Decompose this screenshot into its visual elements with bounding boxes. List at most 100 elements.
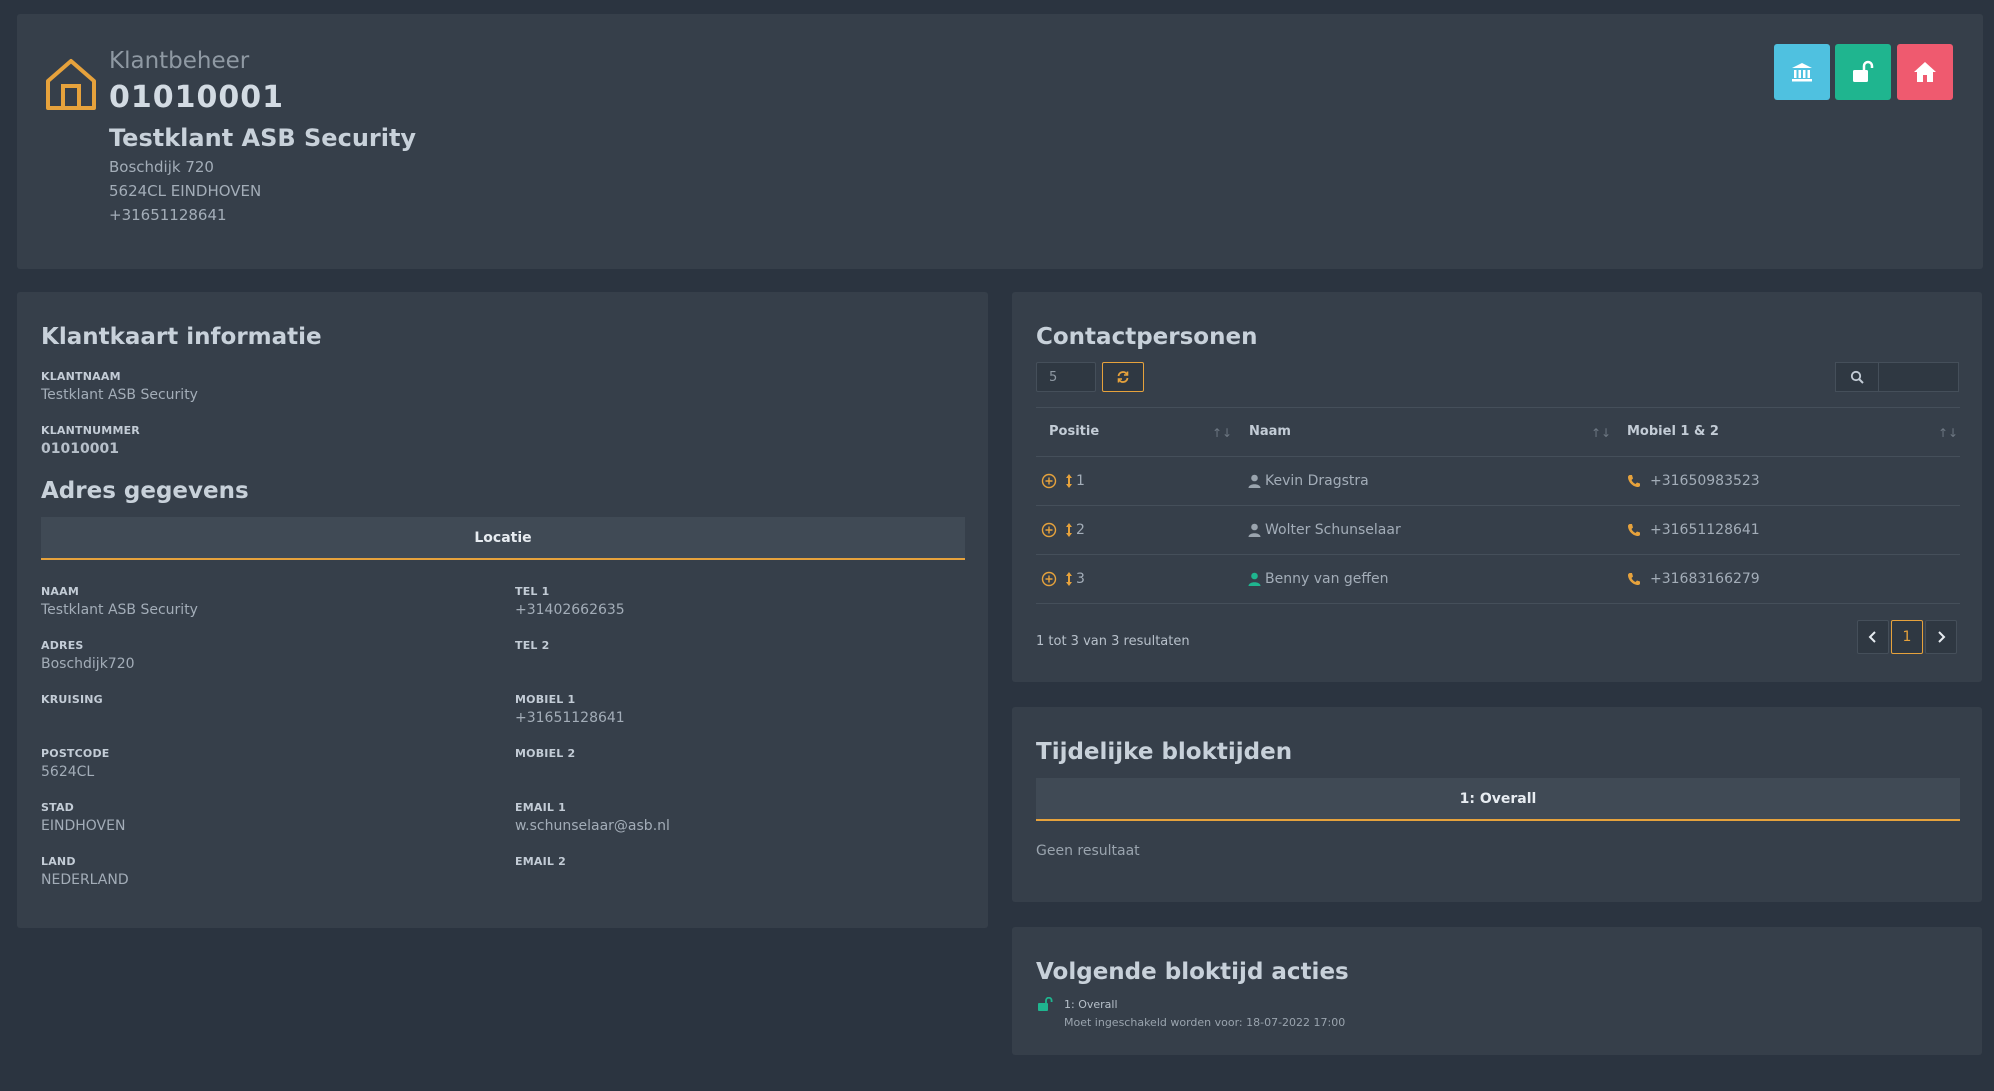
field-value: Testklant ASB Security — [41, 602, 198, 618]
next-actions-panel: Volgende bloktijd acties 1: Overall Moet… — [1012, 927, 1982, 1055]
name-cell: Wolter Schunselaar — [1248, 506, 1401, 554]
klantnummer-label: KLANTNUMMER — [41, 424, 140, 437]
field-value: EINDHOVEN — [41, 818, 126, 834]
results-summary: 1 tot 3 van 3 resultaten — [1036, 634, 1190, 649]
field-label: EMAIL 2 — [515, 855, 566, 868]
klantnaam-field: KLANTNAAM Testklant ASB Security — [41, 370, 198, 403]
temporary-block-panel: Tijdelijke bloktijden 1: Overall Geen re… — [1012, 707, 1982, 902]
tab-overall[interactable]: 1: Overall — [1036, 778, 1960, 821]
address-title: Adres gegevens — [41, 478, 249, 504]
field-label: ADRES — [41, 639, 84, 652]
header-subtitle: Klantbeheer — [109, 48, 250, 74]
phone-icon[interactable] — [1627, 572, 1641, 586]
person-icon — [1248, 474, 1261, 488]
address-field: TEL 2 — [515, 639, 550, 656]
unlock-button[interactable] — [1835, 44, 1891, 100]
sort-icon[interactable]: ↑↓ — [1938, 426, 1958, 440]
temporary-block-title: Tijdelijke bloktijden — [1036, 739, 1293, 765]
table-row[interactable]: 1 Kevin Dragstra +31650983523 — [1036, 457, 1960, 505]
contact-name: Wolter Schunselaar — [1265, 522, 1401, 538]
field-label: EMAIL 1 — [515, 801, 566, 814]
refresh-button[interactable] — [1102, 362, 1144, 392]
phone-icon[interactable] — [1627, 523, 1641, 537]
reorder-icon[interactable] — [1065, 571, 1073, 587]
contact-mobile: +31651128641 — [1650, 522, 1760, 538]
search-input[interactable] — [1879, 362, 1959, 392]
next-page-button[interactable] — [1925, 620, 1957, 654]
reorder-icon[interactable] — [1065, 522, 1073, 538]
page-1-button[interactable]: 1 — [1891, 620, 1923, 654]
search-icon — [1850, 370, 1864, 384]
contact-mobile: +31683166279 — [1650, 571, 1760, 587]
sort-icon[interactable]: ↑↓ — [1212, 426, 1232, 440]
table-row[interactable]: 3 Benny van geffen +31683166279 — [1036, 555, 1960, 603]
address-field: NAAM Testklant ASB Security — [41, 585, 198, 618]
mobile-cell: +31650983523 — [1627, 457, 1760, 505]
col-naam[interactable]: Naam — [1249, 424, 1291, 439]
search-box — [1835, 362, 1959, 392]
next-actions-title: Volgende bloktijd acties — [1036, 959, 1349, 985]
field-value: NEDERLAND — [41, 872, 129, 888]
customer-phone: +31651128641 — [109, 206, 227, 224]
customer-address: Boschdijk 720 — [109, 158, 214, 176]
klantnaam-value: Testklant ASB Security — [41, 387, 198, 403]
person-icon — [1248, 572, 1261, 586]
field-value: Boschdijk720 — [41, 656, 135, 672]
expand-icon[interactable] — [1041, 473, 1057, 489]
address-field: STAD EINDHOVEN — [41, 801, 125, 834]
unlock-icon — [1853, 60, 1874, 82]
position-value: 2 — [1076, 522, 1085, 538]
customer-card-title: Klantkaart informatie — [41, 324, 322, 350]
contact-name: Benny van geffen — [1265, 571, 1389, 587]
unlock-icon — [1038, 997, 1053, 1011]
mobile-cell: +31683166279 — [1627, 555, 1760, 603]
refresh-icon — [1117, 371, 1129, 383]
reorder-icon[interactable] — [1065, 473, 1073, 489]
address-field: EMAIL 2 — [515, 855, 566, 872]
position-value: 3 — [1076, 571, 1085, 587]
address-field: POSTCODE 5624CL — [41, 747, 110, 780]
position-cell: 1 — [1041, 457, 1085, 505]
address-field: MOBIEL 2 — [515, 747, 575, 764]
col-mobiel[interactable]: Mobiel 1 & 2 — [1627, 424, 1719, 439]
mobile-cell: +31651128641 — [1627, 506, 1760, 554]
home-icon — [1914, 62, 1936, 82]
bank-icon — [1792, 63, 1812, 82]
col-positie[interactable]: Positie — [1049, 424, 1099, 439]
field-label: STAD — [41, 801, 75, 814]
page-size-select[interactable]: 5 — [1036, 362, 1096, 392]
address-field: MOBIEL 1 +31651128641 — [515, 693, 625, 726]
sort-icon[interactable]: ↑↓ — [1591, 426, 1611, 440]
house-icon — [46, 59, 96, 110]
phone-icon[interactable] — [1627, 474, 1641, 488]
address-field: ADRES Boschdijk720 — [41, 639, 135, 672]
customer-name: Testklant ASB Security — [109, 124, 417, 152]
action-title: 1: Overall — [1064, 998, 1118, 1011]
field-label: TEL 2 — [515, 639, 550, 652]
name-cell: Benny van geffen — [1248, 555, 1389, 603]
field-label: LAND — [41, 855, 76, 868]
contacts-title: Contactpersonen — [1036, 324, 1258, 350]
customer-city: 5624CL EINDHOVEN — [109, 182, 262, 200]
field-label: MOBIEL 1 — [515, 693, 576, 706]
tab-locatie[interactable]: Locatie — [41, 517, 965, 560]
klantnummer-value: 01010001 — [41, 441, 119, 457]
table-row[interactable]: 2 Wolter Schunselaar +31651128641 — [1036, 506, 1960, 554]
prev-page-button[interactable] — [1857, 620, 1889, 654]
field-label: POSTCODE — [41, 747, 110, 760]
search-button[interactable] — [1835, 362, 1879, 392]
address-field: LAND NEDERLAND — [41, 855, 129, 888]
home-button[interactable] — [1897, 44, 1953, 100]
chevron-left-icon — [1868, 631, 1876, 643]
klantnummer-field: KLANTNUMMER 01010001 — [41, 424, 140, 457]
customer-number: 01010001 — [109, 80, 284, 115]
expand-icon[interactable] — [1041, 571, 1057, 587]
expand-icon[interactable] — [1041, 522, 1057, 538]
klantnaam-label: KLANTNAAM — [41, 370, 121, 383]
field-label: KRUISING — [41, 693, 103, 706]
action-detail: Moet ingeschakeld worden voor: 18-07-202… — [1064, 1016, 1346, 1029]
customer-header: Klantbeheer 01010001 Testklant ASB Secur… — [17, 14, 1983, 269]
bank-button[interactable] — [1774, 44, 1830, 100]
field-label: TEL 1 — [515, 585, 550, 598]
field-label: MOBIEL 2 — [515, 747, 576, 760]
